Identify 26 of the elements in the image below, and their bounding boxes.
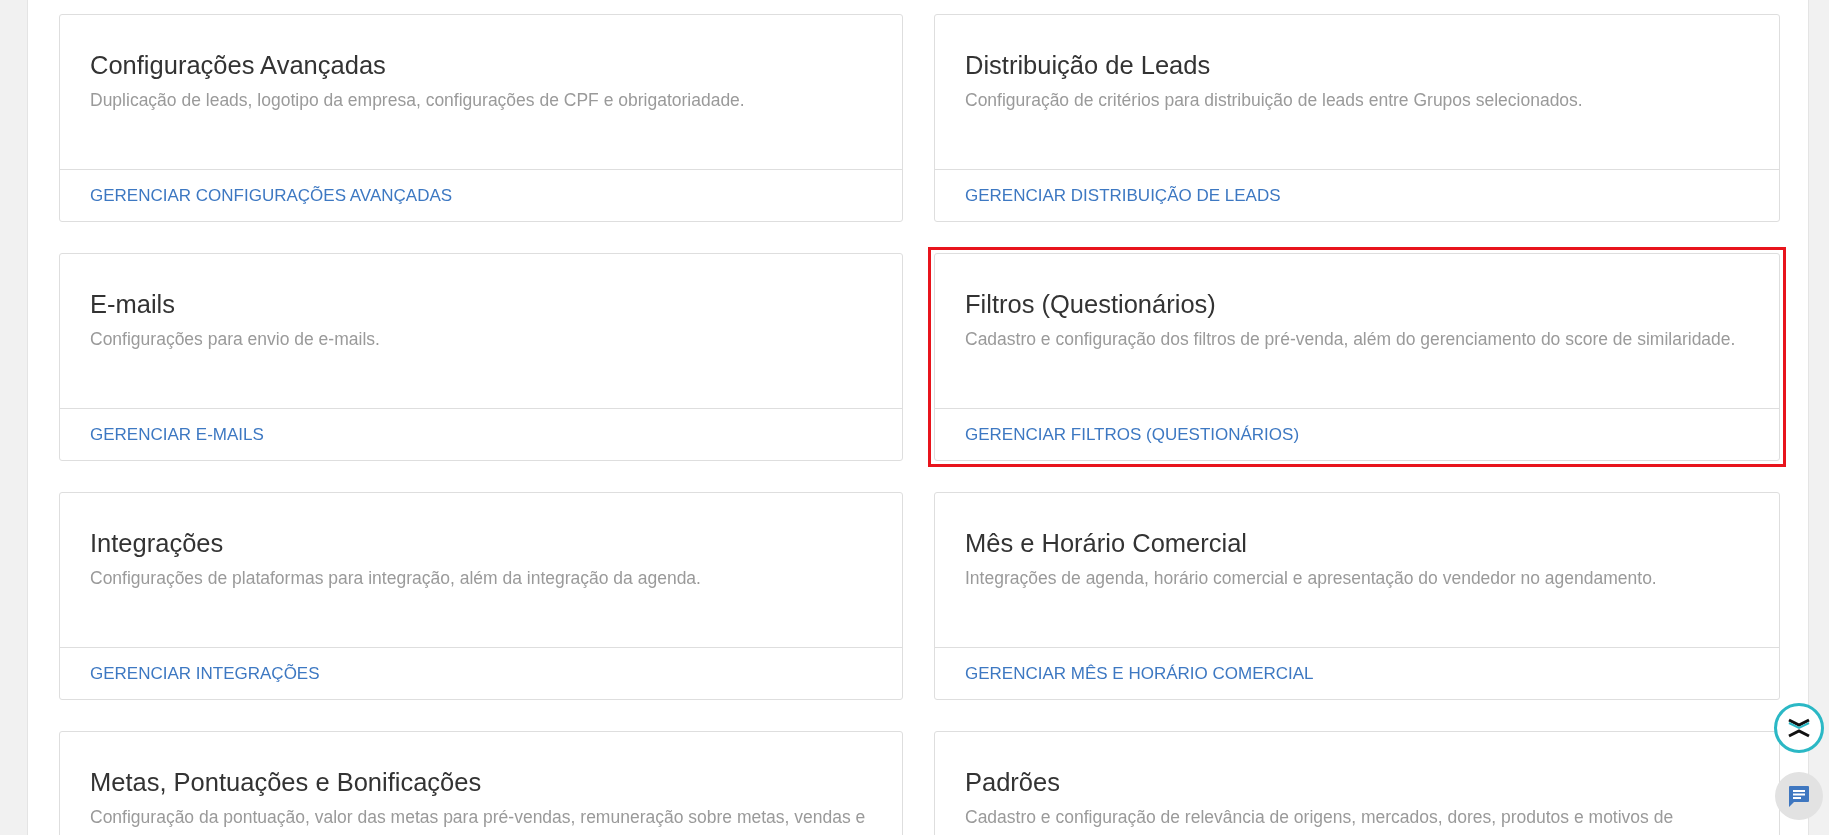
card-description: Configurações de plataformas para integração, além da integração da agenda. bbox=[90, 567, 702, 590]
card-title: E-mails bbox=[90, 290, 176, 319]
card-description: Configuração da pontuação, valor das metas para pré-vendas, remuneração sobre metas, vendas e bbox=[90, 806, 867, 829]
card-title: Mês e Horário Comercial bbox=[965, 529, 1248, 558]
manage-link[interactable]: GERENCIAR E-MAILS bbox=[90, 424, 264, 445]
manage-link[interactable]: GERENCIAR MÊS E HORÁRIO COMERCIAL bbox=[965, 663, 1314, 684]
card-description: Integrações de agenda, horário comercial e apresentação do vendedor no agendamento. bbox=[965, 567, 1658, 590]
chevrons-icon bbox=[1786, 717, 1812, 739]
manage-link[interactable]: GERENCIAR INTEGRAÇÕES bbox=[90, 663, 320, 684]
card-title: Distribuição de Leads bbox=[965, 51, 1212, 80]
manage-link[interactable]: GERENCIAR CONFIGURAÇÕES AVANÇADAS bbox=[90, 185, 453, 206]
card-description: Cadastro e configuração de relevância de origens, mercados, dores, produtos e motivos de bbox=[965, 806, 1675, 829]
card-title: Filtros (Questionários) bbox=[965, 290, 1217, 319]
manage-link[interactable]: GERENCIAR FILTROS (QUESTIONÁRIOS) bbox=[965, 424, 1300, 445]
chat-icon bbox=[1787, 784, 1811, 808]
card-description: Cadastro e configuração dos filtros de pré-venda, além do gerenciamento do score de similaridade. bbox=[965, 328, 1737, 351]
card-description: Configuração de critérios para distribuição de leads entre Grupos selecionados. bbox=[965, 89, 1584, 112]
card-title: Padrões bbox=[965, 768, 1061, 797]
chat-button[interactable] bbox=[1775, 772, 1823, 820]
card-title: Metas, Pontuações e Bonificações bbox=[90, 768, 483, 797]
card-description: Configurações para envio de e-mails. bbox=[90, 328, 381, 351]
card-title: Configurações Avançadas bbox=[90, 51, 387, 80]
widget-button[interactable] bbox=[1774, 703, 1824, 753]
card-description: Duplicação de leads, logotipo da empresa, configurações de CPF e obrigatoriadade. bbox=[90, 89, 746, 112]
card-title: Integrações bbox=[90, 529, 225, 558]
manage-link[interactable]: GERENCIAR DISTRIBUIÇÃO DE LEADS bbox=[965, 185, 1281, 206]
